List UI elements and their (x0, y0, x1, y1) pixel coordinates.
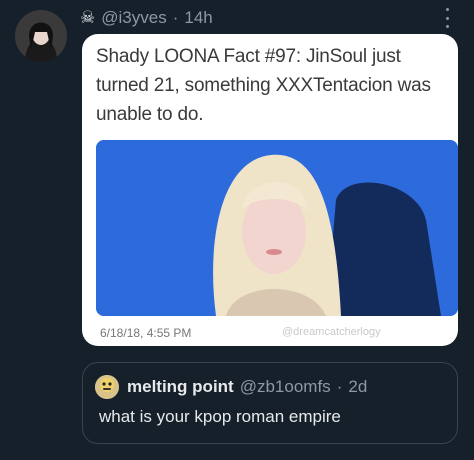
quoted-tweet-header: melting point @zb1oomfs · 2d (127, 373, 367, 401)
quoted-user-avatar[interactable] (95, 375, 119, 399)
user-avatar[interactable] (15, 10, 67, 62)
post-date: 6/18/18, 4:55 PM (100, 326, 192, 340)
separator: · (336, 377, 343, 396)
skull-icon: ☠ (80, 8, 96, 27)
fact-text: Shady LOONA Fact #97: JinSoul just turne… (96, 46, 431, 125)
watermark-text: @dreamcatcherlogy (282, 326, 381, 338)
quoted-timestamp[interactable]: 2d (348, 377, 367, 397)
tweet-timestamp[interactable]: 14h (184, 8, 212, 28)
tweet-media[interactable]: Shady LOONA Fact #97: JinSoul just turne… (82, 34, 458, 346)
separator: · (172, 8, 179, 27)
quoted-handle[interactable]: @zb1oomfs (240, 377, 331, 397)
quoted-tweet-text: what is your kpop roman empire (99, 407, 341, 426)
avatar-image (15, 10, 67, 62)
quoted-display-name[interactable]: melting point (127, 377, 234, 397)
user-handle[interactable]: @i3yves (101, 8, 166, 28)
tweet-header: ☠ @i3yves · 14h (80, 6, 213, 30)
embedded-photo (96, 140, 458, 316)
quoted-tweet[interactable]: melting point @zb1oomfs · 2d what is you… (82, 362, 458, 444)
more-options-icon[interactable] (444, 8, 450, 28)
